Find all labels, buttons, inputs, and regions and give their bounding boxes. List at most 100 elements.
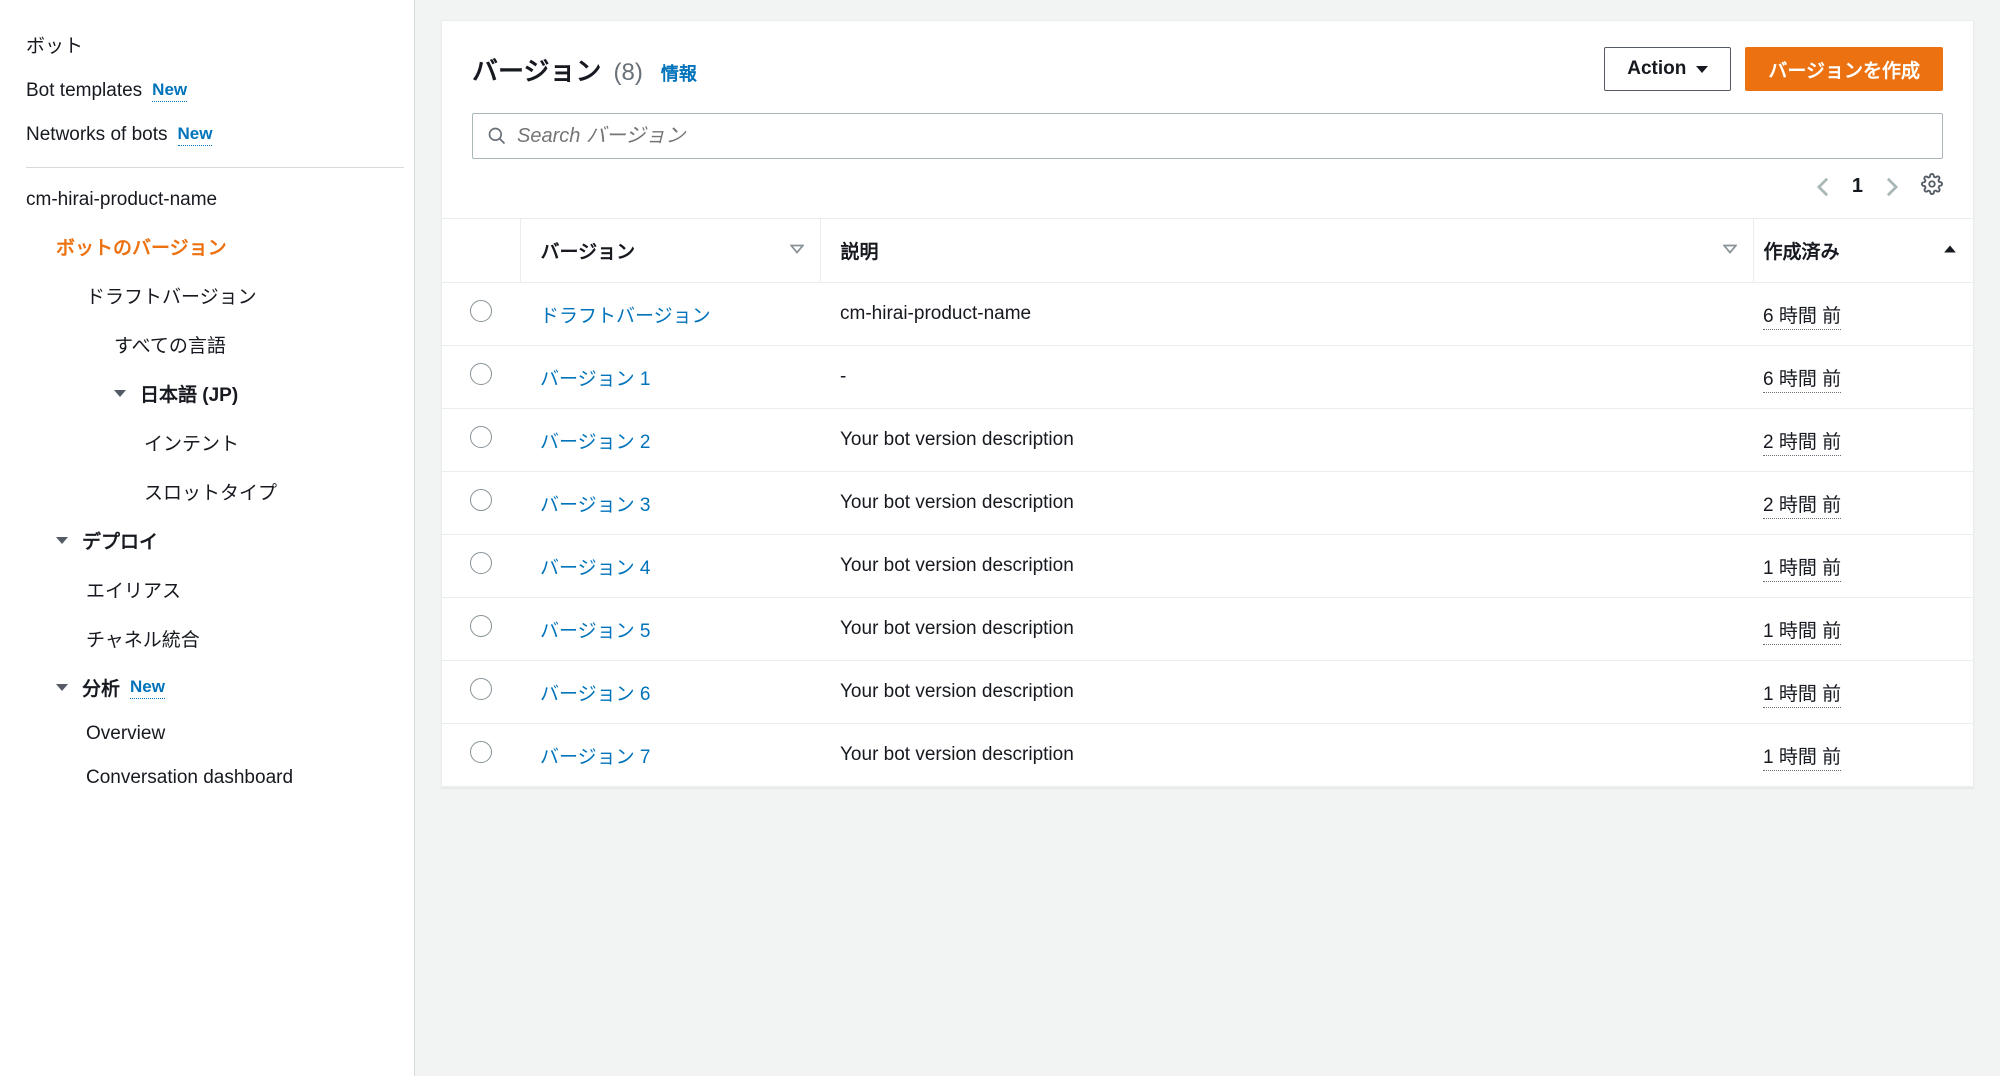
radio-button[interactable] — [470, 615, 492, 637]
sidebar-item-bots[interactable]: ボット — [26, 20, 404, 69]
sidebar-item-channels[interactable]: チャネル統合 — [26, 614, 404, 663]
row-desc-cell: - — [820, 346, 1753, 409]
version-link[interactable]: バージョン 4 — [540, 558, 650, 579]
row-desc-cell: Your bot version description — [820, 472, 1753, 535]
sidebar-item-label: スロットタイプ — [144, 478, 277, 505]
radio-button[interactable] — [470, 426, 492, 448]
page-next-button[interactable] — [1885, 176, 1899, 198]
search-input[interactable] — [517, 125, 1928, 148]
row-version-cell: バージョン 4 — [520, 535, 820, 598]
sidebar-item-label: エイリアス — [86, 576, 181, 603]
action-button-label: Action — [1627, 58, 1686, 80]
table-row: バージョン 3 Your bot version description2 時間 … — [442, 472, 1973, 535]
page-number: 1 — [1852, 175, 1863, 198]
caret-down-icon — [56, 684, 68, 691]
row-version-cell: バージョン 6 — [520, 661, 820, 724]
version-link[interactable]: バージョン 1 — [540, 369, 650, 390]
sidebar-item-label: Conversation dashboard — [86, 767, 293, 789]
sidebar-item-lang-jp[interactable]: 日本語 (JP) — [26, 369, 404, 418]
sidebar-bot-name[interactable]: cm-hirai-product-name — [26, 178, 404, 222]
row-time-cell: 1 時間 前 — [1753, 661, 1973, 724]
sidebar-item-label: ドラフトバージョン — [86, 282, 257, 309]
table-row: バージョン 5Your bot version description1 時間 … — [442, 598, 1973, 661]
sidebar-item-deploy[interactable]: デプロイ — [26, 516, 404, 565]
time-text: 6 時間 前 — [1763, 306, 1841, 330]
row-select-cell — [442, 598, 520, 661]
table-row: ドラフトバージョンcm-hirai-product-name6 時間 前 — [442, 283, 1973, 346]
caret-down-icon — [56, 537, 68, 544]
row-select-cell — [442, 535, 520, 598]
chevron-down-icon — [1696, 66, 1708, 73]
version-link[interactable]: バージョン 5 — [540, 621, 650, 642]
sidebar-item-networks[interactable]: Networks of botsNew — [26, 113, 404, 157]
time-text: 1 時間 前 — [1763, 747, 1841, 771]
new-badge: New — [130, 677, 165, 699]
col-created[interactable]: 作成済み — [1753, 219, 1973, 283]
radio-button[interactable] — [470, 552, 492, 574]
sidebar-item-label: Bot templates — [26, 80, 142, 102]
sidebar-item-slot-types[interactable]: スロットタイプ — [26, 467, 404, 516]
sidebar-item-label: インテント — [144, 429, 239, 456]
sidebar-item-overview[interactable]: Overview — [26, 712, 404, 756]
version-link[interactable]: バージョン 7 — [540, 747, 650, 768]
sidebar-item-label: 日本語 (JP) — [140, 380, 238, 407]
main-content: バージョン (8) 情報 Action バージョンを作成 1 — [415, 0, 2000, 1076]
row-select-cell — [442, 661, 520, 724]
versions-card: バージョン (8) 情報 Action バージョンを作成 1 — [441, 20, 1974, 788]
table-row: バージョン 6 Your bot version description 1 時間 … — [442, 661, 1973, 724]
version-link[interactable]: バージョン 6 — [540, 684, 650, 705]
sidebar-item-bot-templates[interactable]: Bot templatesNew — [26, 69, 404, 113]
sidebar-item-intents[interactable]: インテント — [26, 418, 404, 467]
row-time-cell: 6 時間 前 — [1753, 346, 1973, 409]
radio-button[interactable] — [470, 300, 492, 322]
sort-icon — [1723, 240, 1737, 262]
page-prev-button[interactable] — [1816, 176, 1830, 198]
settings-button[interactable] — [1921, 173, 1943, 200]
chevron-right-icon — [1885, 176, 1899, 198]
page-title: バージョン — [472, 51, 601, 88]
col-version[interactable]: バージョン — [520, 219, 820, 283]
row-select-cell — [442, 472, 520, 535]
action-button[interactable]: Action — [1604, 47, 1731, 91]
sidebar-item-label: Networks of bots — [26, 124, 168, 146]
col-select — [442, 219, 520, 283]
sidebar: ボットBot templatesNewNetworks of botsNew c… — [0, 0, 415, 1076]
radio-button[interactable] — [470, 678, 492, 700]
row-select-cell — [442, 283, 520, 346]
table-row: バージョン 2 Your bot version description2 時間 … — [442, 409, 1973, 472]
row-desc-cell: Your bot version description — [820, 409, 1753, 472]
create-version-button[interactable]: バージョンを作成 — [1745, 47, 1943, 91]
col-description[interactable]: 説明 — [820, 219, 1753, 283]
sort-icon — [790, 240, 804, 262]
time-text: 1 時間 前 — [1763, 558, 1841, 582]
sort-asc-icon — [1943, 240, 1957, 262]
radio-button[interactable] — [470, 741, 492, 763]
sidebar-item-draft-version[interactable]: ドラフトバージョン — [26, 271, 404, 320]
version-link[interactable]: ドラフトバージョン — [540, 306, 711, 327]
sidebar-item-bot-versions[interactable]: ボットのバージョン — [26, 222, 404, 271]
row-desc-cell: Your bot version description — [820, 661, 1753, 724]
info-link[interactable]: 情報 — [661, 60, 697, 86]
search-box[interactable] — [472, 113, 1943, 159]
time-text: 1 時間 前 — [1763, 684, 1841, 708]
row-version-cell: バージョン 3 — [520, 472, 820, 535]
radio-button[interactable] — [470, 489, 492, 511]
sidebar-item-label: デプロイ — [82, 527, 158, 554]
version-link[interactable]: バージョン 3 — [540, 495, 650, 516]
sidebar-item-analytics[interactable]: 分析 New — [26, 663, 404, 712]
radio-button[interactable] — [470, 363, 492, 385]
row-version-cell: バージョン 5 — [520, 598, 820, 661]
sidebar-item-label: チャネル統合 — [86, 625, 200, 652]
version-link[interactable]: バージョン 2 — [540, 432, 650, 453]
sidebar-item-label: ボット — [26, 31, 83, 58]
card-header: バージョン (8) 情報 Action バージョンを作成 — [442, 21, 1973, 99]
sidebar-item-label: 分析 — [82, 674, 120, 701]
sidebar-item-conv-dash[interactable]: Conversation dashboard — [26, 756, 404, 800]
row-time-cell: 2 時間 前 — [1753, 472, 1973, 535]
row-time-cell: 2 時間 前 — [1753, 409, 1973, 472]
sidebar-item-aliases[interactable]: エイリアス — [26, 565, 404, 614]
sidebar-item-all-langs[interactable]: すべての言語 — [26, 320, 404, 369]
gear-icon — [1921, 173, 1943, 195]
time-text: 6 時間 前 — [1763, 369, 1841, 393]
row-time-cell: 1 時間 前 — [1753, 535, 1973, 598]
